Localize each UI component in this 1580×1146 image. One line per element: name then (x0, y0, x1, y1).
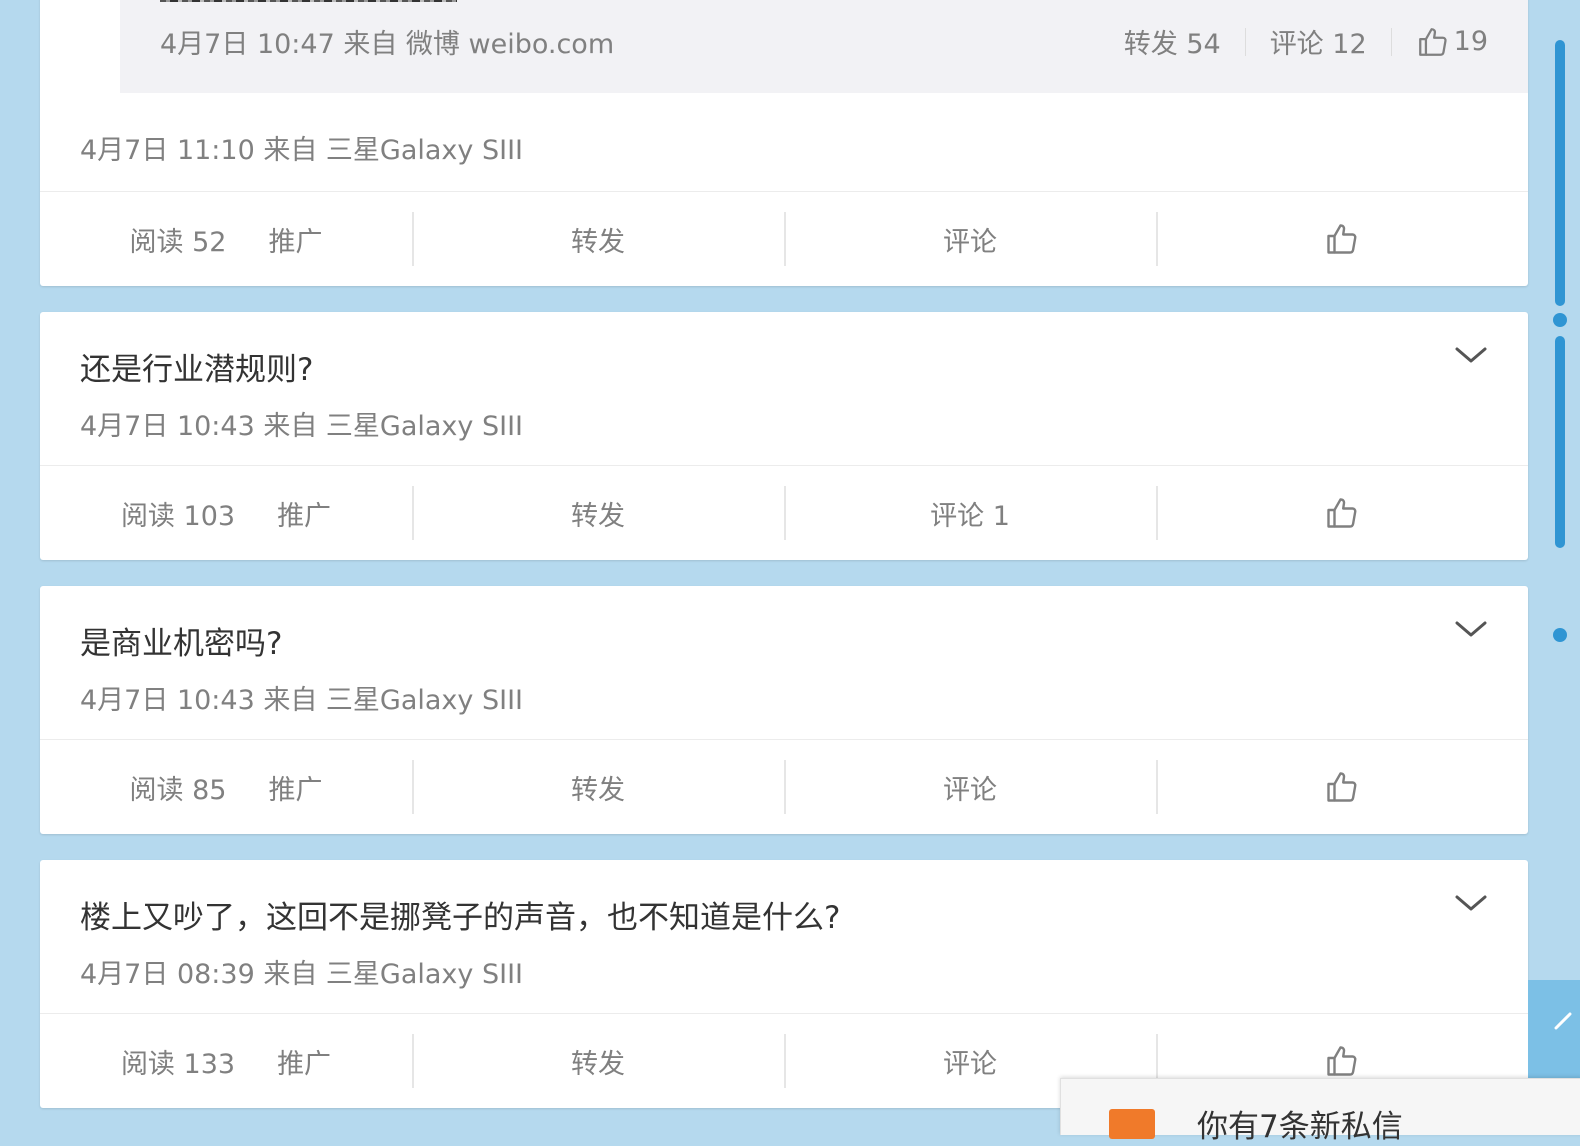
thumbs-up-icon (1327, 498, 1357, 528)
read-count: 阅读 103 (120, 500, 236, 532)
thumbs-up-icon (1327, 772, 1357, 802)
quoted-like-count: 19 (1453, 26, 1488, 57)
like-button[interactable] (1156, 466, 1528, 560)
back-to-top-button[interactable] (1528, 980, 1580, 1080)
chevron-down-icon[interactable] (1454, 342, 1488, 366)
repost-button[interactable]: 转发 (412, 1014, 784, 1108)
post-card: 还是行业潜规则? 4月7日 10:43 来自 三星Galaxy SIII 阅读 … (40, 312, 1528, 560)
like-button[interactable] (1156, 740, 1528, 834)
scrollbar-marker[interactable] (1553, 628, 1567, 642)
comment-button[interactable]: 评论 (784, 192, 1156, 286)
action-bar: 阅读 103 推广 转发 评论 1 (40, 466, 1528, 560)
scrollbar-thumb[interactable] (1555, 336, 1565, 548)
thumbs-up-icon (1327, 224, 1357, 254)
promote-link[interactable]: 推广 (277, 494, 331, 533)
scrollbar[interactable] (1552, 0, 1568, 660)
post-meta: 4月7日 10:43 来自 三星Galaxy SIII (80, 411, 523, 442)
promote-link[interactable]: 推广 (277, 1042, 331, 1081)
read-count: 阅读 85 (129, 774, 227, 806)
quoted-stats: 转发 54 评论 12 19 (1124, 22, 1488, 61)
thumbs-up-icon (1418, 27, 1447, 56)
thumbs-up-icon (1327, 1046, 1357, 1076)
post-meta: 4月7日 10:43 来自 三星Galaxy SIII (80, 685, 523, 716)
quoted-like-button[interactable]: 19 (1416, 25, 1488, 59)
action-bar: 阅读 85 推广 转发 评论 (40, 740, 1528, 834)
stats-cell: 阅读 133 推广 (40, 1014, 412, 1108)
scrollbar-marker[interactable] (1553, 313, 1567, 327)
new-message-text[interactable]: 你有7条新私信 (1197, 1101, 1403, 1146)
stats-cell: 阅读 52 推广 (40, 192, 412, 286)
post-meta: 4月7日 11:10 来自 三星Galaxy SIII (80, 135, 523, 166)
quoted-repost-link[interactable]: 转发 54 (1124, 22, 1221, 61)
post-text: 还是行业潜规则? (80, 352, 314, 388)
read-count: 阅读 52 (129, 226, 227, 258)
repost-button[interactable]: 转发 (412, 466, 784, 560)
divider (1244, 27, 1246, 56)
chevron-down-icon[interactable] (1454, 890, 1488, 914)
repost-button[interactable]: 转发 (412, 192, 784, 286)
post-card: 是商业机密吗? 4月7日 10:43 来自 三星Galaxy SIII 阅读 8… (40, 586, 1528, 834)
like-button[interactable] (1156, 192, 1528, 286)
comment-button[interactable]: 评论 1 (784, 466, 1156, 560)
divider (1390, 27, 1392, 56)
promote-link[interactable]: 推广 (268, 768, 322, 807)
quoted-post[interactable]: 4月7日 10:47 来自 微博 weibo.com 转发 54 评论 12 1… (120, 0, 1528, 93)
repost-button[interactable]: 转发 (412, 740, 784, 834)
read-count: 阅读 133 (120, 1048, 236, 1080)
new-message-popup[interactable]: 你有7条新私信 (1060, 1078, 1580, 1145)
post-text: 楼上又吵了，这回不是挪凳子的声音，也不知道是什么? (80, 900, 841, 936)
quoted-image[interactable] (160, 0, 457, 2)
mail-icon (1109, 1109, 1155, 1139)
stats-cell: 阅读 103 推广 (40, 466, 412, 560)
back-to-top-icon (1554, 1012, 1572, 1030)
stats-cell: 阅读 85 推广 (40, 740, 412, 834)
scrollbar-thumb[interactable] (1555, 40, 1565, 306)
post-text: 是商业机密吗? (80, 626, 283, 662)
promote-link[interactable]: 推广 (268, 220, 322, 259)
quoted-meta: 4月7日 10:47 来自 微博 weibo.com (160, 29, 615, 60)
chevron-down-icon[interactable] (1454, 616, 1488, 640)
quoted-comment-link[interactable]: 评论 12 (1270, 22, 1367, 61)
action-bar: 阅读 52 推广 转发 评论 (40, 192, 1528, 286)
post-card: 楼上又吵了，这回不是挪凳子的声音，也不知道是什么? 4月7日 08:39 来自 … (40, 860, 1528, 1108)
comment-button[interactable]: 评论 (784, 740, 1156, 834)
post-card: 4月7日 10:47 来自 微博 weibo.com 转发 54 评论 12 1… (40, 0, 1528, 286)
post-meta: 4月7日 08:39 来自 三星Galaxy SIII (80, 959, 523, 990)
